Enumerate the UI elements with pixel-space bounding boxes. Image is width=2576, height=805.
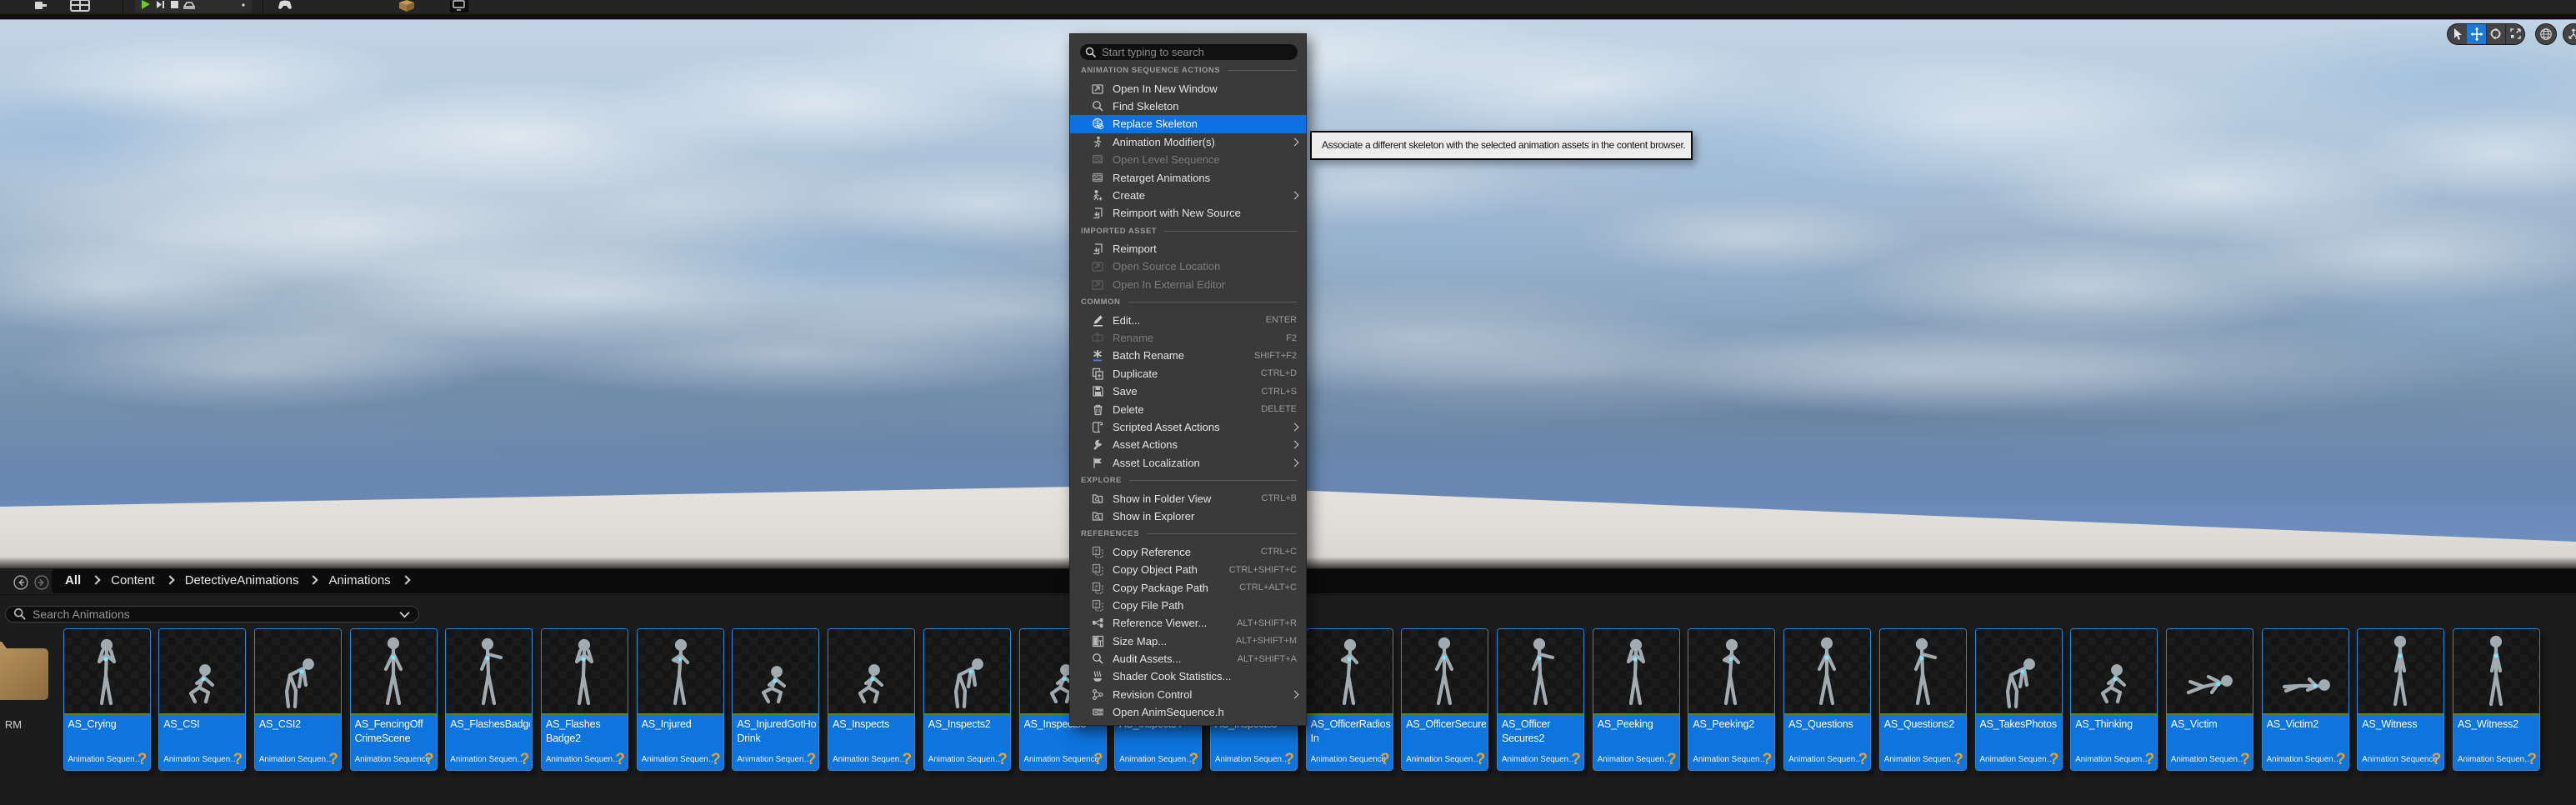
svg-text:C++: C++ (1093, 710, 1103, 716)
